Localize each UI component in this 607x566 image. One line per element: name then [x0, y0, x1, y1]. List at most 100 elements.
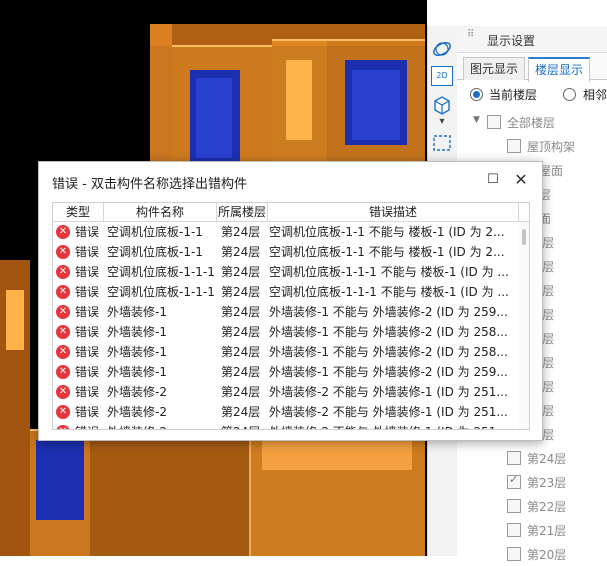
radio-adjacent-floor-label: 相邻 [583, 88, 607, 102]
checkbox[interactable] [507, 499, 521, 513]
table-row[interactable]: ✕ 错误 空调机位底板-1-1-1 第24层 空调机位底板-1-1-1 不能与 楼板-1… [53, 282, 519, 302]
dialog-titlebar[interactable]: 错误 - 双击构件名称选择出错构件 ☐ ✕ [39, 162, 542, 200]
cell-type: 错误 [75, 405, 100, 419]
cell-component-name[interactable]: 空调机位底板-1-1-1 [107, 282, 217, 302]
error-icon: ✕ [56, 225, 70, 239]
error-icon: ✕ [56, 305, 70, 319]
error-icon: ✕ [56, 405, 70, 419]
vertical-scrollbar[interactable] [519, 222, 529, 429]
column-header-type[interactable]: 类型 [53, 203, 104, 221]
panel-header: ⠿ 显示设置 [457, 26, 607, 53]
close-icon[interactable]: ✕ [513, 172, 529, 188]
cell-description: 外墙装修-2 不能与 外墙装修-1 (ID 为 251... [269, 422, 517, 429]
error-icon: ✕ [56, 365, 70, 379]
cell-floor: 第24层 [221, 305, 261, 319]
panel-tabs: 图元显示 楼层显示 [457, 53, 607, 82]
table-row[interactable]: ✕ 错误 外墙装修-1 第24层 外墙装修-1 不能与 外墙装修-2 (ID 为 259… [53, 302, 519, 322]
checkbox-checked[interactable] [507, 473, 521, 489]
error-icon: ✕ [56, 345, 70, 359]
cell-description: 外墙装修-2 不能与 外墙装修-1 (ID 为 251... [269, 405, 508, 419]
radio-current-floor[interactable] [470, 88, 483, 101]
cell-floor: 第24层 [221, 405, 261, 419]
cell-component-name[interactable]: 外墙装修-1 [107, 342, 217, 362]
table-row[interactable]: ✕ 错误 空调机位底板-1-1 第24层 空调机位底板-1-1 不能与 楼板-1 (ID… [53, 242, 519, 262]
drag-grip-icon[interactable]: ⠿ [467, 30, 474, 46]
tab-floor-display[interactable]: 楼层显示 [528, 57, 591, 82]
cell-component-name[interactable]: 外墙装修-2 [107, 382, 217, 402]
cell-component-name[interactable]: 外墙装修-2 [107, 422, 217, 429]
cell-component-name[interactable]: 空调机位底板-1-1 [107, 242, 217, 262]
error-icon: ✕ [56, 425, 70, 429]
cell-description: 空调机位底板-1-1-1 不能与 楼板-1 (ID 为 ... [269, 265, 509, 279]
radio-adjacent-floor[interactable] [563, 88, 576, 101]
floor-item[interactable]: 第21层 [457, 518, 607, 542]
floor-label: 第22层 [527, 500, 567, 514]
dialog-title: 错误 - 双击构件名称选择出错构件 [52, 177, 247, 192]
cell-type: 错误 [75, 285, 100, 299]
table-row[interactable]: ✕ 错误 外墙装修-1 第24层 外墙装修-1 不能与 外墙装修-2 (ID 为 258… [53, 322, 519, 342]
checkbox[interactable] [507, 523, 521, 537]
cell-component-name[interactable]: 外墙装修-1 [107, 322, 217, 342]
table-row[interactable]: ✕ 错误外墙装修-2 第24层外墙装修-2 不能与 外墙装修-1 (ID 为 251… [53, 402, 519, 422]
cell-type: 错误 [75, 345, 100, 359]
cell-description: 空调机位底板-1-1 不能与 楼板-1 (ID 为 2... [269, 225, 505, 239]
cell-component-name[interactable]: 空调机位底板-1-1 [107, 222, 217, 242]
table-row[interactable]: ✕ 错误 外墙装修-1 第24层 外墙装修-1 不能与 外墙装修-2 (ID 为 258… [53, 342, 519, 362]
floor-item[interactable]: 第20层 [457, 542, 607, 566]
panel-title: 显示设置 [487, 34, 536, 48]
maximize-icon[interactable]: ☐ [486, 173, 500, 187]
checkbox[interactable] [507, 139, 521, 153]
cell-floor: 第24层 [221, 385, 261, 399]
expand-arrow-icon[interactable]: ▼ [473, 115, 480, 125]
table-row[interactable]: ✕ 错误 空调机位底板-1-1-1 第24层 空调机位底板-1-1-1 不能与 楼板-1… [53, 262, 519, 282]
cell-description: 外墙装修-1 不能与 外墙装修-2 (ID 为 258... [269, 345, 508, 359]
box-select-icon[interactable] [431, 132, 453, 154]
cell-description: 外墙装修-1 不能与 外墙装修-2 (ID 为 259... [269, 365, 508, 379]
tab-element-display[interactable]: 图元显示 [463, 57, 526, 80]
cell-floor: 第24层 [221, 265, 261, 279]
cell-type: 错误 [75, 265, 100, 279]
cell-type: 错误 [75, 422, 105, 429]
floor-item[interactable]: 第24层 [457, 446, 607, 470]
scrollbar-thumb[interactable] [522, 229, 526, 245]
cell-component-name[interactable]: 外墙装修-1 [107, 362, 217, 382]
cell-type: 错误 [75, 245, 100, 259]
error-icon: ✕ [56, 285, 70, 299]
tree-root-all-floors[interactable]: ▼ 全部楼层 [457, 110, 607, 134]
cell-floor: 第24层 [221, 225, 261, 239]
cell-type: 错误 [75, 225, 100, 239]
column-header-floor[interactable]: 所属楼层 [217, 203, 268, 221]
error-icon: ✕ [56, 265, 70, 279]
floor-item[interactable]: 屋顶构架 [457, 134, 607, 158]
cell-type: 错误 [75, 385, 100, 399]
error-dialog: 错误 - 双击构件名称选择出错构件 ☐ ✕ 类型 构件名称 所属楼层 错误描述 … [38, 161, 543, 441]
cell-description: 空调机位底板-1-1 不能与 楼板-1 (ID 为 2... [269, 245, 505, 259]
table-header: 类型 构件名称 所属楼层 错误描述 [53, 203, 529, 222]
table-row[interactable]: ✕ 错误 外墙装修-1 第24层 外墙装修-1 不能与 外墙装修-2 (ID 为 259… [53, 362, 519, 382]
floor-item[interactable]: 第22层 [457, 494, 607, 518]
cell-component-name[interactable]: 外墙装修-2 [107, 402, 217, 422]
floor-label: 第24层 [527, 452, 567, 466]
column-header-description[interactable]: 错误描述 [268, 203, 519, 221]
error-table: 类型 构件名称 所属楼层 错误描述 ✕ 错误 空调机位底板-1-1 第24层 空调机位底… [52, 202, 530, 430]
cell-description: 外墙装修-1 不能与 外墙装修-2 (ID 为 258... [269, 325, 508, 339]
floor-label: 第23层 [527, 476, 567, 490]
table-row[interactable]: ✕ 错误 空调机位底板-1-1 第24层 空调机位底板-1-1 不能与 楼板-1 (ID… [53, 222, 519, 242]
orbit-icon[interactable] [431, 38, 453, 60]
floor-item[interactable]: 第23层 [457, 470, 607, 494]
error-icon: ✕ [56, 385, 70, 399]
cube-3d-icon[interactable] [431, 94, 453, 116]
view-2d-icon[interactable]: 2D [431, 66, 453, 86]
cell-type: 错误 [75, 365, 100, 379]
radio-current-floor-label: 当前楼层 [489, 88, 538, 102]
checkbox[interactable] [507, 451, 521, 465]
checkbox[interactable] [507, 547, 521, 561]
cell-component-name[interactable]: 外墙装修-1 [107, 302, 217, 322]
table-row[interactable]: ✕ 错误外墙装修-2 第24层外墙装修-2 不能与 外墙装修-1 (ID 为 251… [53, 382, 519, 402]
cell-description: 外墙装修-1 不能与 外墙装修-2 (ID 为 259... [269, 305, 508, 319]
checkbox[interactable] [487, 115, 501, 129]
cell-floor: 第24层 [221, 345, 261, 359]
table-row[interactable]: ✕ 错误外墙装修-2 第24层外墙装修-2 不能与 外墙装修-1 (ID 为 251… [53, 422, 519, 429]
cell-component-name[interactable]: 空调机位底板-1-1-1 [107, 262, 217, 282]
column-header-name[interactable]: 构件名称 [104, 203, 217, 221]
